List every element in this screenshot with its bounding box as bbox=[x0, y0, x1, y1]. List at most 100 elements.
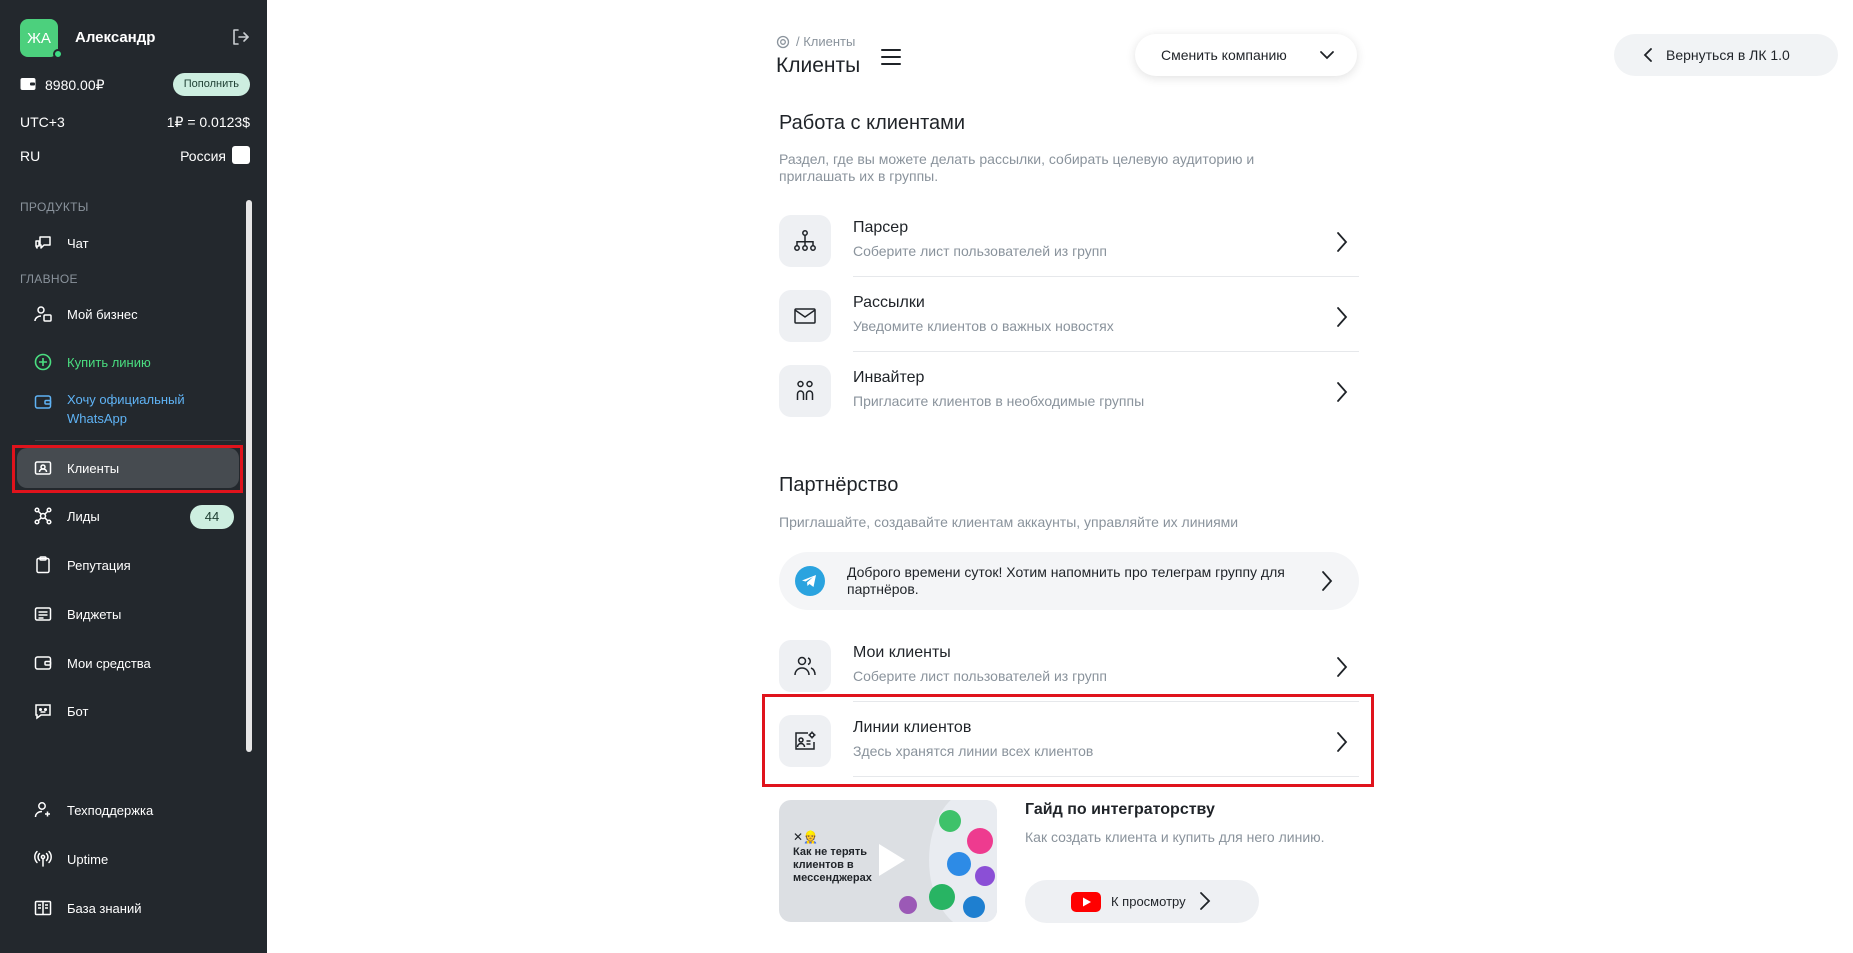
inviter-tile bbox=[779, 365, 831, 417]
sidebar-item-leads[interactable]: Лиды 44 bbox=[17, 496, 239, 536]
mail-icon bbox=[794, 308, 816, 324]
thumb-bubble bbox=[975, 866, 995, 886]
business-icon bbox=[34, 306, 52, 322]
section-main: ГЛАВНОЕ bbox=[20, 272, 78, 286]
clients-work-description: Раздел, где вы можете делать рассылки, с… bbox=[779, 151, 1255, 184]
sidebar-item-chat[interactable]: Чат bbox=[17, 223, 239, 263]
wallet-icon bbox=[34, 395, 52, 409]
antenna-icon bbox=[34, 850, 52, 867]
list-icon bbox=[34, 607, 52, 621]
telegram-icon bbox=[795, 566, 825, 596]
timezone[interactable]: UTC+3 bbox=[20, 114, 65, 130]
play-icon[interactable] bbox=[869, 840, 909, 880]
back-button-label: Вернуться в ЛК 1.0 bbox=[1666, 47, 1790, 63]
sidebar-item-label: Репутация bbox=[67, 557, 131, 573]
chevron-down-icon bbox=[1320, 51, 1334, 60]
sidebar-scrollbar[interactable] bbox=[246, 200, 252, 752]
partnership-description: Приглашайте, создавайте клиентам аккаунт… bbox=[779, 514, 1239, 530]
sidebar-item-reputation[interactable]: Репутация bbox=[17, 545, 239, 585]
row-title: Рассылки bbox=[853, 294, 925, 311]
sidebar-item-my-funds[interactable]: Мои средства bbox=[17, 643, 239, 683]
guide-title: Гайд по интеграторству bbox=[1025, 801, 1215, 818]
network-icon bbox=[34, 507, 52, 525]
change-company-button[interactable]: Сменить компанию bbox=[1135, 34, 1357, 76]
wallet-icon bbox=[20, 78, 36, 90]
sidebar-item-bot[interactable]: Бот bbox=[17, 691, 239, 731]
sidebar-item-label: Купить линию bbox=[67, 354, 151, 370]
topup-button[interactable]: Пополнить bbox=[172, 73, 250, 96]
watch-button[interactable]: К просмотру bbox=[1025, 880, 1259, 923]
row-subtitle: Соберите лист пользователей из групп bbox=[853, 668, 1107, 684]
sidebar-item-label: Uptime bbox=[67, 851, 109, 867]
video-thumbnail[interactable]: ✕👷 Как не терять клиентов в мессенджерах bbox=[779, 800, 997, 922]
change-company-label: Сменить компанию bbox=[1161, 47, 1287, 63]
country-flag-checkbox[interactable] bbox=[232, 146, 250, 164]
thumb-bubble bbox=[947, 852, 971, 876]
telegram-banner-text: Доброго времени суток! Хотим напомнить п… bbox=[847, 564, 1285, 597]
my-clients-tile bbox=[779, 640, 831, 692]
balance-amount: 8980.00₽ bbox=[45, 77, 105, 93]
parser-row[interactable]: Парсер Соберите лист пользователей из гр… bbox=[779, 205, 1359, 277]
row-title: Парсер bbox=[853, 219, 909, 236]
home-icon[interactable] bbox=[776, 35, 790, 49]
sidebar-divider bbox=[35, 440, 241, 441]
youtube-icon bbox=[1071, 891, 1101, 912]
timezone-row: UTC+3 1₽ = 0.0123$ bbox=[20, 114, 250, 130]
chat-icon bbox=[35, 236, 51, 249]
sidebar-item-knowledge-base[interactable]: База знаний bbox=[17, 888, 239, 928]
guide-description: Как создать клиента и купить для него ли… bbox=[1025, 829, 1325, 845]
thumb-bubble bbox=[967, 828, 993, 854]
clipboard-icon bbox=[36, 556, 50, 574]
plus-circle-icon bbox=[34, 353, 52, 371]
sidebar: ЖА Александр 8980.00₽ Пополнить UTC+3 1₽… bbox=[0, 0, 267, 953]
sidebar-item-label: Бот bbox=[67, 703, 89, 719]
people-icon bbox=[796, 380, 814, 400]
support-icon bbox=[34, 802, 50, 818]
watch-button-label: К просмотру bbox=[1111, 894, 1186, 909]
sidebar-item-support[interactable]: Техподдержка bbox=[17, 790, 239, 830]
sidebar-item-label: Мои средства bbox=[67, 655, 151, 671]
sidebar-item-official-whatsapp[interactable]: Хочу официальный WhatsApp bbox=[17, 390, 217, 434]
breadcrumb-current: / Клиенты bbox=[796, 34, 856, 49]
avatar[interactable]: ЖА bbox=[20, 19, 58, 57]
telegram-banner[interactable]: Доброго времени суток! Хотим напомнить п… bbox=[779, 552, 1359, 610]
clients-work-heading: Работа с клиентами bbox=[779, 112, 966, 134]
row-title: Инвайтер bbox=[853, 369, 925, 386]
chevron-left-icon bbox=[1643, 48, 1652, 62]
row-subtitle: Уведомите клиентов о важных новостях bbox=[853, 318, 1114, 334]
row-subtitle: Пригласите клиентов в необходимые группы bbox=[853, 393, 1145, 409]
chevron-right-icon bbox=[1337, 657, 1348, 677]
menu-icon[interactable] bbox=[880, 46, 902, 68]
chevron-right-icon bbox=[1200, 892, 1211, 910]
highlight-client-lines bbox=[762, 694, 1374, 787]
row-divider bbox=[853, 351, 1359, 352]
partnership-heading: Партнёрство bbox=[779, 474, 899, 496]
sidebar-item-label: База знаний bbox=[67, 900, 142, 916]
thumb-mark: ✕👷 bbox=[793, 830, 818, 844]
country[interactable]: Россия bbox=[180, 148, 226, 164]
my-clients-row[interactable]: Мои клиенты Соберите лист пользователей … bbox=[779, 630, 1359, 702]
row-subtitle: Соберите лист пользователей из групп bbox=[853, 243, 1107, 259]
wallet-icon bbox=[34, 656, 52, 670]
book-icon bbox=[34, 900, 52, 916]
logout-icon[interactable] bbox=[230, 27, 250, 47]
sidebar-item-widgets[interactable]: Виджеты bbox=[17, 594, 239, 634]
user-name: Александр bbox=[75, 29, 156, 46]
sidebar-item-label: Виджеты bbox=[67, 606, 122, 622]
online-status-dot bbox=[53, 49, 63, 59]
sidebar-item-label: Техподдержка bbox=[67, 802, 154, 818]
back-to-v1-button[interactable]: Вернуться в ЛК 1.0 bbox=[1614, 34, 1838, 76]
mailing-row[interactable]: Рассылки Уведомите клиентов о важных нов… bbox=[779, 280, 1359, 352]
language[interactable]: RU bbox=[20, 148, 40, 164]
sidebar-item-my-business[interactable]: Мой бизнес bbox=[17, 294, 239, 334]
bot-icon bbox=[35, 704, 51, 720]
sidebar-item-uptime[interactable]: Uptime bbox=[17, 839, 239, 879]
row-divider bbox=[853, 276, 1359, 277]
inviter-row[interactable]: Инвайтер Пригласите клиентов в необходим… bbox=[779, 355, 1359, 427]
thumb-bubble bbox=[899, 896, 917, 914]
mailing-tile bbox=[779, 290, 831, 342]
sidebar-item-buy-line[interactable]: Купить линию bbox=[17, 342, 239, 382]
row-title: Мои клиенты bbox=[853, 644, 951, 661]
sidebar-item-label: Хочу официальный WhatsApp bbox=[67, 392, 185, 426]
language-row: RU Россия bbox=[20, 146, 250, 164]
